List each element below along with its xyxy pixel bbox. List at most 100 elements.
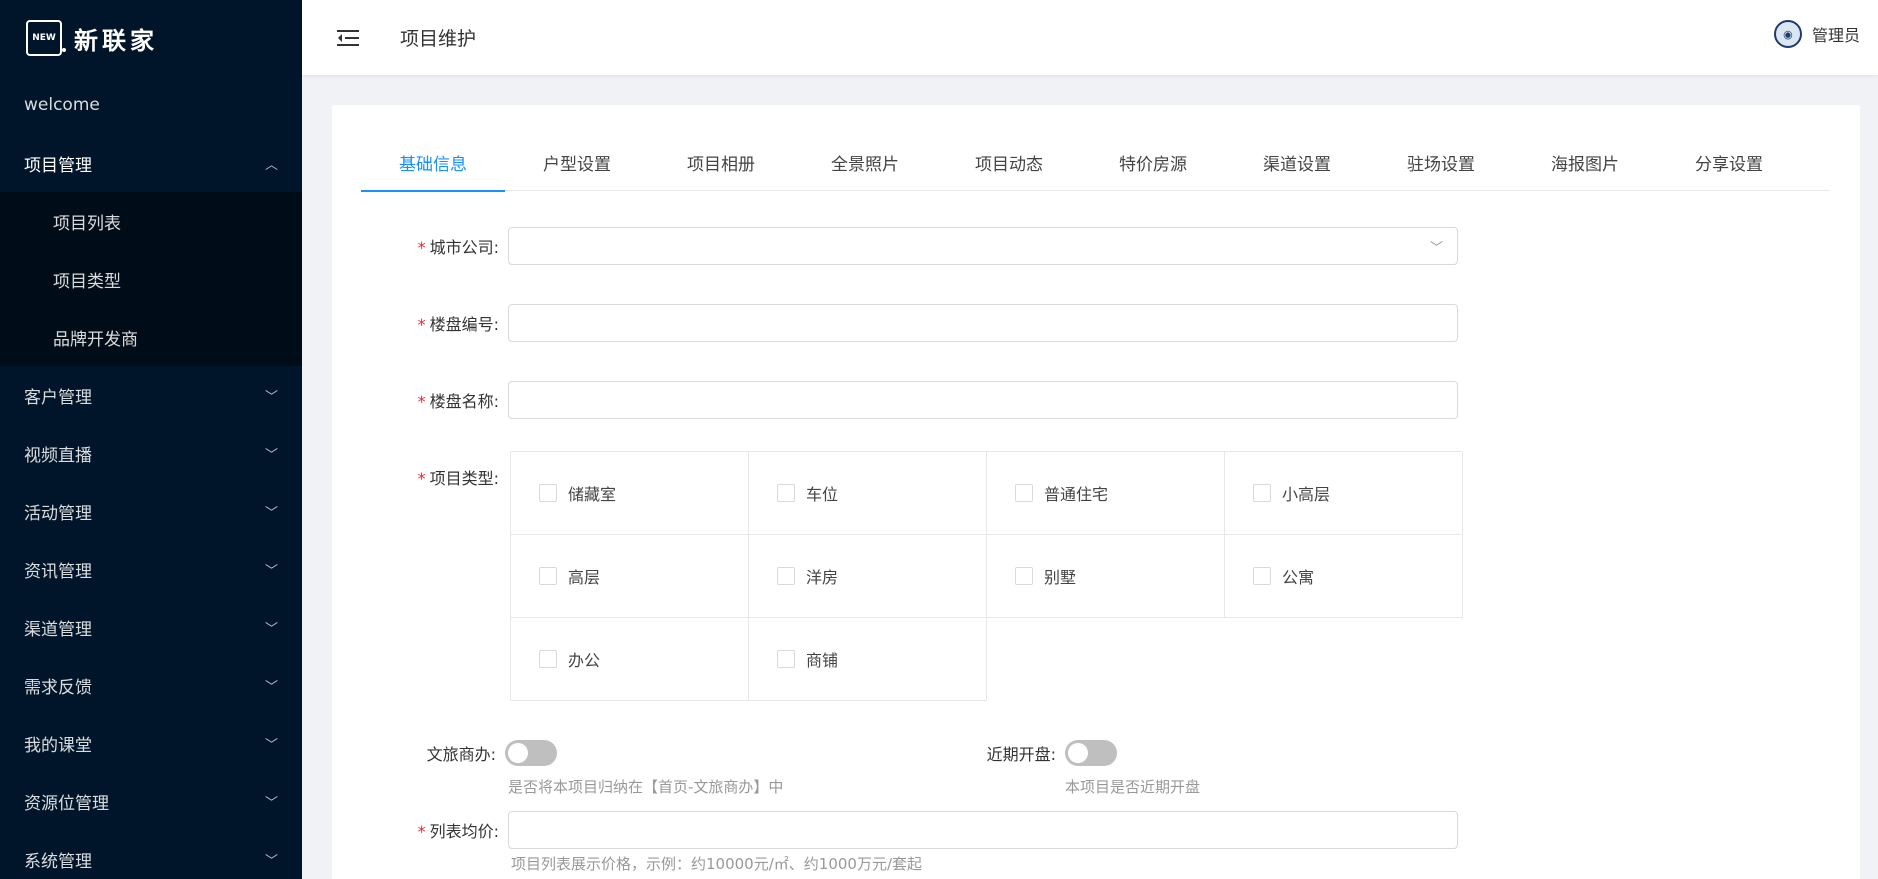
checkbox[interactable] xyxy=(1015,484,1033,502)
sidebar-item-label: 品牌开发商 xyxy=(53,329,138,350)
tab-channel[interactable]: 渠道设置 xyxy=(1225,150,1369,191)
label-text: 列表均价: xyxy=(429,822,499,841)
wenlv-label: 文旅商办: xyxy=(426,745,496,764)
type-option-label: 车位 xyxy=(806,485,839,504)
switch-knob xyxy=(508,743,528,763)
sidebar-item-label: 项目类型 xyxy=(53,271,121,292)
type-option[interactable]: 办公 xyxy=(511,618,749,701)
sidebar: NEW 新联家 welcome 项目管理 ︿ 项目列表 项目类型 品牌开发商 客户… xyxy=(0,0,302,879)
type-option[interactable]: 别墅 xyxy=(987,535,1225,618)
form-row-recent: 近期开盘: xyxy=(892,740,1117,766)
type-option[interactable]: 公寓 xyxy=(1225,535,1463,618)
sidebar-item-classroom[interactable]: 我的课堂 ﹀ xyxy=(0,714,302,772)
user-menu[interactable]: ◉ 管理员 xyxy=(1773,20,1860,48)
submenu-project-management: 项目列表 项目类型 品牌开发商 xyxy=(0,192,302,366)
label-text: 项目类型: xyxy=(429,469,499,488)
tab-news[interactable]: 项目动态 xyxy=(937,150,1081,191)
logo[interactable]: NEW 新联家 xyxy=(0,0,302,76)
price-hint: 项目列表展示价格，示例：约10000元/㎡、约1000万元/套起 xyxy=(511,855,923,873)
sidebar-item-label: 渠道管理 xyxy=(24,619,92,640)
label-text: 楼盘编号: xyxy=(429,315,499,334)
menu-fold-icon[interactable] xyxy=(330,20,366,56)
checkbox[interactable] xyxy=(1015,567,1033,585)
sidebar-item-resource[interactable]: 资源位管理 ﹀ xyxy=(0,772,302,830)
price-label: * 列表均价: xyxy=(332,818,508,842)
sidebar-item-welcome[interactable]: welcome xyxy=(0,76,302,134)
logo-icon: NEW xyxy=(26,20,66,56)
type-option[interactable]: 小高层 xyxy=(1225,452,1463,535)
type-option[interactable]: 高层 xyxy=(511,535,749,618)
type-option-label: 公寓 xyxy=(1282,568,1315,587)
city-select[interactable]: ﹀ xyxy=(508,227,1458,265)
chevron-down-icon: ﹀ xyxy=(264,853,278,869)
type-option-label: 别墅 xyxy=(1044,568,1077,587)
recent-label: 近期开盘: xyxy=(986,745,1056,764)
sidebar-item-activity[interactable]: 活动管理 ﹀ xyxy=(0,482,302,540)
recent-switch[interactable] xyxy=(1065,740,1117,766)
type-option[interactable]: 洋房 xyxy=(749,535,987,618)
chevron-down-icon: ﹀ xyxy=(264,679,278,695)
checkbox[interactable] xyxy=(1253,567,1271,585)
sidebar-item-news[interactable]: 资讯管理 ﹀ xyxy=(0,540,302,598)
sidebar-item-label: 项目列表 xyxy=(53,213,121,234)
user-name: 管理员 xyxy=(1811,26,1860,45)
sidebar-item-label: 系统管理 xyxy=(24,851,92,872)
avatar: ◉ xyxy=(1773,20,1802,48)
sidebar-item-label: welcome xyxy=(24,95,100,115)
type-option[interactable]: 普通住宅 xyxy=(987,452,1225,535)
type-option-label: 储藏室 xyxy=(568,485,617,504)
chevron-down-icon: ﹀ xyxy=(264,389,278,405)
sidebar-item-channel[interactable]: 渠道管理 ﹀ xyxy=(0,598,302,656)
sidebar-item-label: 我的课堂 xyxy=(24,735,92,756)
type-option[interactable]: 商铺 xyxy=(749,618,987,701)
form-row-city: * 城市公司: ﹀ xyxy=(332,227,1458,265)
form-row-code: * 楼盘编号: xyxy=(332,304,1458,342)
sidebar-item-label: 视频直播 xyxy=(24,445,92,466)
label-text: 楼盘名称: xyxy=(429,392,499,411)
price-input[interactable] xyxy=(508,811,1458,849)
type-option[interactable]: 储藏室 xyxy=(511,452,749,535)
checkbox[interactable] xyxy=(1253,484,1271,502)
sidebar-item-feedback[interactable]: 需求反馈 ﹀ xyxy=(0,656,302,714)
tab-house-type[interactable]: 户型设置 xyxy=(505,150,649,191)
checkbox[interactable] xyxy=(539,567,557,585)
tab-basic-info[interactable]: 基础信息 xyxy=(361,150,505,192)
sidebar-item-project-list[interactable]: 项目列表 xyxy=(0,192,302,250)
checkbox[interactable] xyxy=(539,484,557,502)
code-label: * 楼盘编号: xyxy=(332,311,508,335)
wenlv-switch[interactable] xyxy=(505,740,557,766)
required-mark: * xyxy=(417,315,426,334)
tab-album[interactable]: 项目相册 xyxy=(649,150,793,191)
sidebar-item-project-management[interactable]: 项目管理 ︿ xyxy=(0,134,302,192)
required-mark: * xyxy=(417,238,426,257)
sidebar-item-label: 项目管理 xyxy=(24,155,92,176)
building-name-input[interactable] xyxy=(508,381,1458,419)
tab-special-offer[interactable]: 特价房源 xyxy=(1081,150,1225,191)
sidebar-item-label: 客户管理 xyxy=(24,387,92,408)
main-card: 基础信息 户型设置 项目相册 全景照片 项目动态 特价房源 渠道设置 驻场设置 … xyxy=(332,105,1860,879)
tab-poster[interactable]: 海报图片 xyxy=(1513,150,1657,191)
type-option[interactable]: 车位 xyxy=(749,452,987,535)
tab-panorama[interactable]: 全景照片 xyxy=(793,150,937,191)
tab-share[interactable]: 分享设置 xyxy=(1657,150,1801,191)
building-code-input[interactable] xyxy=(508,304,1458,342)
sidebar-item-live-video[interactable]: 视频直播 ﹀ xyxy=(0,424,302,482)
required-mark: * xyxy=(417,822,426,841)
checkbox[interactable] xyxy=(777,484,795,502)
chevron-down-icon: ﹀ xyxy=(264,563,278,579)
tab-onsite[interactable]: 驻场设置 xyxy=(1369,150,1513,191)
sidebar-item-system[interactable]: 系统管理 ﹀ xyxy=(0,830,302,879)
type-option-label: 普通住宅 xyxy=(1044,485,1109,504)
form-row-type: * 项目类型: xyxy=(332,465,508,489)
chevron-down-icon: ﹀ xyxy=(264,621,278,637)
type-option-label: 洋房 xyxy=(806,568,839,587)
checkbox[interactable] xyxy=(539,650,557,668)
page-title: 项目维护 xyxy=(400,28,477,50)
chevron-up-icon: ︿ xyxy=(264,157,278,173)
sidebar-item-project-type[interactable]: 项目类型 xyxy=(0,250,302,308)
sidebar-item-label: 需求反馈 xyxy=(24,677,92,698)
checkbox[interactable] xyxy=(777,650,795,668)
checkbox[interactable] xyxy=(777,567,795,585)
sidebar-item-customer[interactable]: 客户管理 ﹀ xyxy=(0,366,302,424)
sidebar-item-brand-developer[interactable]: 品牌开发商 xyxy=(0,308,302,366)
